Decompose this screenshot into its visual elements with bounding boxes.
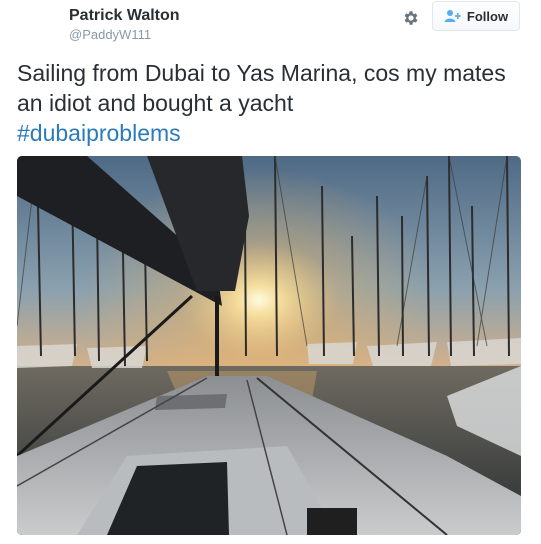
tweet-photo[interactable]	[17, 156, 521, 535]
follow-button[interactable]: Follow	[432, 1, 520, 31]
author-handle[interactable]: @PaddyW111	[69, 27, 151, 42]
tweet-header: Patrick Walton @PaddyW111 Follow	[0, 0, 541, 50]
tweet-text: Sailing from Dubai to Yas Marina, cos my…	[17, 58, 522, 148]
marina-sunset-image	[17, 156, 521, 535]
hashtag-link[interactable]: #dubaiproblems	[17, 120, 181, 146]
follow-person-plus-icon	[444, 9, 462, 23]
author-display-name[interactable]: Patrick Walton	[69, 7, 180, 25]
gear-icon[interactable]	[401, 8, 421, 28]
tweet-body: Sailing from Dubai to Yas Marina, cos my…	[17, 60, 506, 116]
follow-label: Follow	[466, 8, 509, 24]
